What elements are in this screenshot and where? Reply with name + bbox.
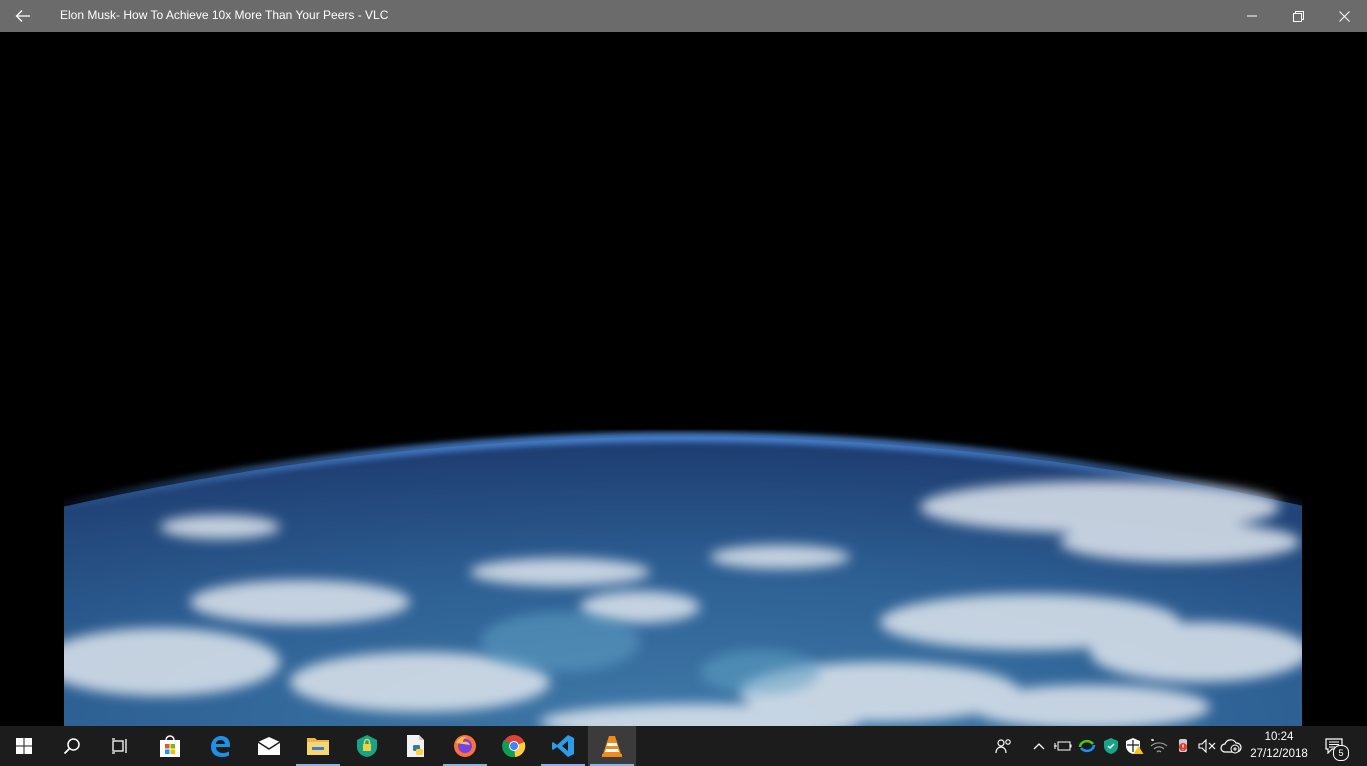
security-center-tray[interactable] xyxy=(1123,726,1147,766)
arrow-left-icon xyxy=(15,10,30,22)
restore-button[interactable] xyxy=(1275,0,1321,32)
volume-tray[interactable] xyxy=(1195,726,1219,766)
title-bar: Elon Musk- How To Achieve 10x More Than … xyxy=(0,0,1367,32)
firefox-icon xyxy=(454,735,476,757)
onedrive-icon xyxy=(1220,739,1242,754)
taskbar-file-explorer[interactable] xyxy=(294,726,342,766)
taskbar-firefox[interactable] xyxy=(441,726,489,766)
battery-icon xyxy=(1054,741,1072,751)
clock-time: 10:24 xyxy=(1264,731,1294,743)
notification-count-badge: 5 xyxy=(1333,745,1349,761)
chevron-up-icon xyxy=(1033,743,1045,750)
volume-muted-icon xyxy=(1198,739,1216,753)
people-button[interactable] xyxy=(992,726,1016,766)
battery-tray[interactable] xyxy=(1051,726,1075,766)
vlc-icon xyxy=(602,736,622,757)
security-shield-icon xyxy=(357,735,377,757)
taskbar-mail[interactable] xyxy=(245,726,293,766)
video-frame xyxy=(64,432,1302,726)
usb-alert-tray[interactable] xyxy=(1171,726,1195,766)
file-explorer-icon xyxy=(307,738,329,755)
close-button[interactable] xyxy=(1321,0,1367,32)
mail-icon xyxy=(257,737,281,755)
sync-icon xyxy=(1078,739,1096,753)
taskbar-vlc[interactable] xyxy=(588,726,636,766)
task-view-button[interactable] xyxy=(96,726,144,766)
minimize-icon xyxy=(1247,15,1257,17)
restore-icon xyxy=(1292,10,1304,22)
python-file-icon xyxy=(407,735,424,757)
taskbar: 10:24 27/12/2018 xyxy=(0,726,1367,766)
window-title: Elon Musk- How To Achieve 10x More Than … xyxy=(60,8,389,22)
taskbar-microsoft-store[interactable] xyxy=(146,726,194,766)
taskbar-edge[interactable] xyxy=(196,726,244,766)
wifi-icon xyxy=(1150,738,1168,753)
search-icon xyxy=(63,738,80,755)
chrome-icon xyxy=(502,735,526,758)
usb-alert-icon xyxy=(1179,739,1187,752)
video-viewport[interactable] xyxy=(0,32,1367,726)
defender-icon xyxy=(1104,738,1118,754)
search-button[interactable] xyxy=(48,726,96,766)
security-alert-icon xyxy=(1126,738,1144,754)
close-icon xyxy=(1338,10,1350,22)
back-button[interactable] xyxy=(0,0,46,32)
defender-tray[interactable] xyxy=(1099,726,1123,766)
sync-tray[interactable] xyxy=(1075,726,1099,766)
task-view-icon xyxy=(112,738,127,754)
vscode-icon xyxy=(552,735,574,757)
people-icon xyxy=(995,739,1011,754)
edge-browser-icon xyxy=(211,736,230,757)
show-hidden-icons-button[interactable] xyxy=(1027,726,1051,766)
start-button[interactable] xyxy=(0,726,48,766)
clock-date: 27/12/2018 xyxy=(1250,748,1308,760)
taskbar-chrome[interactable] xyxy=(490,726,538,766)
minimize-button[interactable] xyxy=(1229,0,1275,32)
taskbar-vscode[interactable] xyxy=(539,726,587,766)
taskbar-python-file[interactable] xyxy=(392,726,440,766)
system-clock[interactable]: 10:24 27/12/2018 xyxy=(1240,729,1318,763)
windows-start-icon xyxy=(16,738,32,754)
taskbar-security-app[interactable] xyxy=(343,726,391,766)
wifi-tray[interactable] xyxy=(1147,726,1171,766)
microsoft-store-icon xyxy=(160,735,180,757)
